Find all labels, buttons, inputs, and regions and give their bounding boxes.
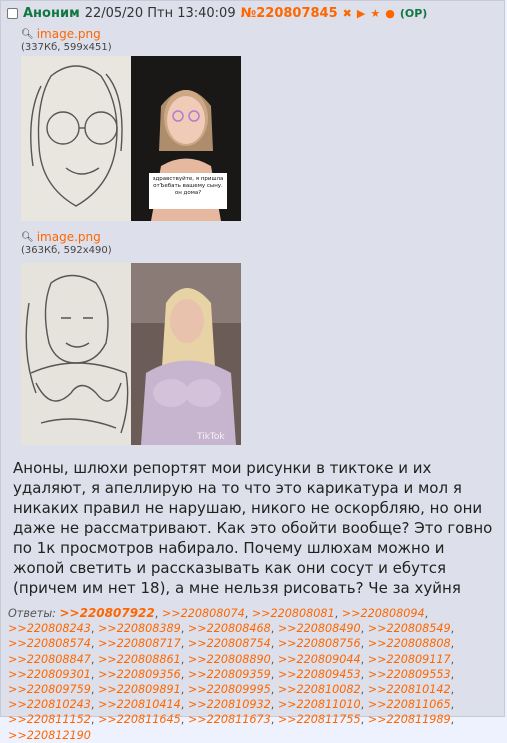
image-thumbnail-1[interactable]: здравствуйте, я пришла отЪебать вашему с… — [21, 56, 241, 221]
reply-link[interactable]: >>220808754 — [188, 637, 271, 650]
reply-link[interactable]: >>220808808 — [368, 637, 451, 650]
replies-section: Ответы: >>220807922, >>220808074, >>2208… — [8, 606, 500, 743]
reply-link[interactable]: >>220811645 — [98, 713, 181, 726]
post-datetime: 22/05/20 Птн 13:40:09 — [84, 5, 236, 21]
reply-link[interactable]: >>220811152 — [8, 713, 91, 726]
image-1-caption: здравствуйте, я пришла отЪебать вашему с… — [152, 176, 224, 196]
file-meta: (363Кб, 592x490) — [21, 245, 112, 256]
reply-link[interactable]: >>220808074 — [162, 607, 245, 620]
reply-link[interactable]: >>220809759 — [8, 683, 91, 696]
file-link-1[interactable]: 🔍︎ image.png — [21, 27, 112, 41]
image-1-art: здравствуйте, я пришла отЪебать вашему с… — [21, 56, 241, 221]
reply-link[interactable]: >>220811065 — [368, 698, 451, 711]
post-message: Аноны, шлюхи репортят мои рисунки в тикт… — [13, 459, 493, 597]
file-link-2[interactable]: 🔍︎ image.png — [21, 230, 112, 244]
reply-link[interactable]: >>220808094 — [342, 607, 425, 620]
reply-link[interactable]: >>220808890 — [188, 653, 271, 666]
image-2-art: TikTok — [21, 263, 241, 445]
reply-link[interactable]: >>220808717 — [98, 637, 181, 650]
star-icon[interactable]: ★ — [370, 7, 380, 20]
reply-link[interactable]: >>220812190 — [8, 729, 91, 742]
reply-link[interactable]: >>220810243 — [8, 698, 91, 711]
tiktok-watermark: TikTok — [196, 432, 225, 442]
magnifier-icon: 🔍︎ — [21, 231, 34, 243]
play-icon[interactable]: ▶ — [357, 7, 365, 20]
reply-link[interactable]: >>220808574 — [8, 637, 91, 650]
reply-link[interactable]: >>220808847 — [8, 653, 91, 666]
reply-link[interactable]: >>220811673 — [188, 713, 271, 726]
reply-link[interactable]: >>220808549 — [368, 622, 451, 635]
reply-link[interactable]: >>220809995 — [188, 683, 271, 696]
post: Аноним 22/05/20 Птн 13:40:09 №220807845 … — [0, 0, 505, 742]
replies-label: Ответы: — [8, 607, 56, 620]
reply-link[interactable]: >>220809356 — [98, 668, 181, 681]
reply-link[interactable]: >>220809301 — [8, 668, 91, 681]
file-name[interactable]: image.png — [37, 230, 101, 244]
reply-link[interactable]: >>220810142 — [368, 683, 451, 696]
reply-link[interactable]: >>220808861 — [98, 653, 181, 666]
reply-link[interactable]: >>220808468 — [188, 622, 271, 635]
post-number-link[interactable]: №220807845 — [241, 6, 338, 21]
reply-link[interactable]: >>220809044 — [278, 653, 361, 666]
image-thumbnail-2[interactable]: TikTok — [21, 263, 241, 445]
file-info-2: 🔍︎ image.png (363Кб, 592x490) — [21, 230, 112, 256]
reply-link[interactable]: >>220809117 — [368, 653, 451, 666]
reply-link[interactable]: >>220808389 — [98, 622, 181, 635]
reply-link[interactable]: >>220809553 — [368, 668, 451, 681]
reply-link[interactable]: >>220808081 — [252, 607, 335, 620]
reply-link[interactable]: >>220810082 — [278, 683, 361, 696]
reply-link[interactable]: >>220809891 — [98, 683, 181, 696]
reply-link[interactable]: >>220810932 — [188, 698, 271, 711]
close-icon[interactable]: ✖ — [343, 7, 352, 20]
magnifier-icon: 🔍︎ — [21, 28, 34, 40]
reply-link[interactable]: >>220811755 — [278, 713, 361, 726]
reply-link[interactable]: >>220808756 — [278, 637, 361, 650]
reply-link[interactable]: >>220811010 — [278, 698, 361, 711]
dot-icon[interactable]: ● — [385, 7, 395, 20]
select-checkbox[interactable] — [7, 7, 18, 19]
reply-link[interactable]: >>220810414 — [98, 698, 181, 711]
author-name: Аноним — [23, 5, 80, 21]
reply-link[interactable]: >>220808243 — [8, 622, 91, 635]
file-info-1: 🔍︎ image.png (337Кб, 599x451) — [21, 27, 112, 53]
reply-link[interactable]: >>220807922 — [59, 606, 154, 620]
reply-link[interactable]: >>220811989 — [368, 713, 451, 726]
op-badge: (OP) — [399, 6, 428, 20]
reply-link[interactable]: >>220809359 — [188, 668, 271, 681]
post-header: Аноним 22/05/20 Птн 13:40:09 №220807845 … — [7, 5, 427, 21]
reply-link[interactable]: >>220808490 — [278, 622, 361, 635]
reply-list: >>220807922, >>220808074, >>220808081, >… — [8, 606, 455, 742]
file-name[interactable]: image.png — [37, 27, 101, 41]
reply-link[interactable]: >>220809453 — [278, 668, 361, 681]
file-meta: (337Кб, 599x451) — [21, 42, 112, 53]
